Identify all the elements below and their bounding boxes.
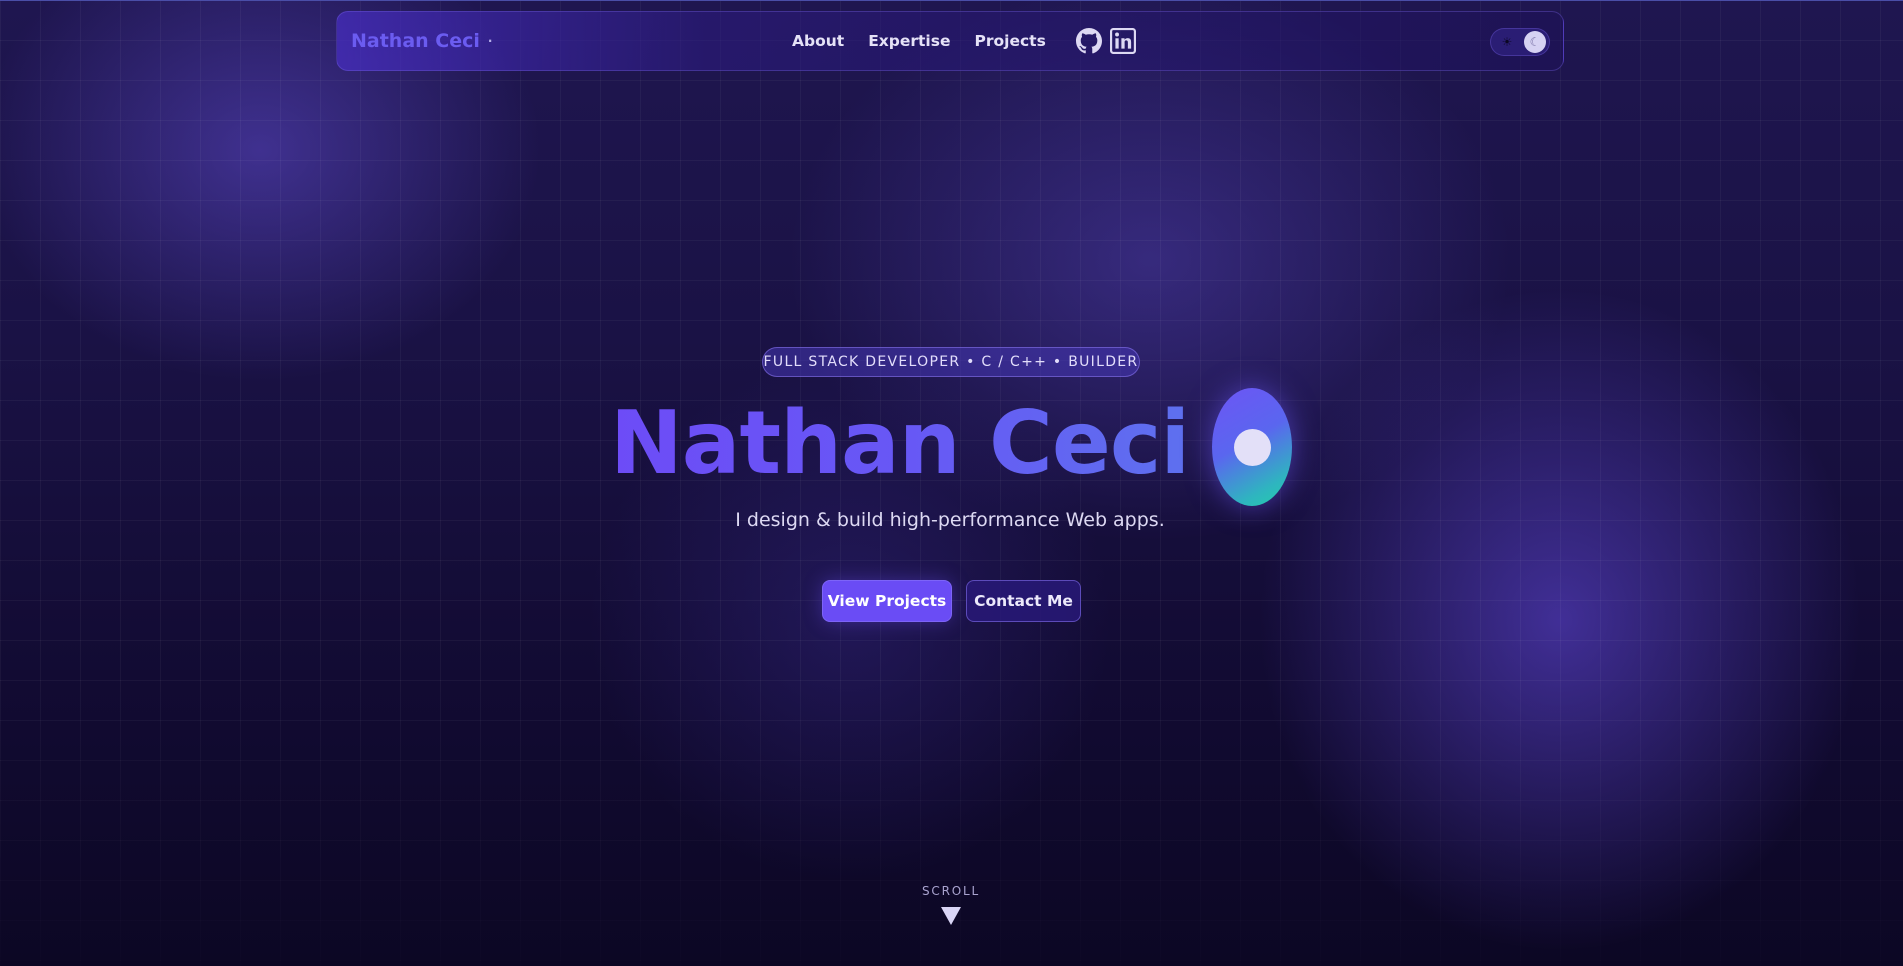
nav-link-about[interactable]: About	[792, 32, 844, 50]
scroll-label: SCROLL	[922, 884, 980, 898]
moon-icon: ☾	[1524, 31, 1546, 53]
linkedin-icon[interactable]	[1109, 28, 1136, 54]
github-icon[interactable]	[1075, 28, 1102, 54]
theme-toggle[interactable]: ☀ ☾	[1490, 28, 1550, 56]
contact-me-button[interactable]: Contact Me	[966, 580, 1081, 622]
nav-link-expertise[interactable]: Expertise	[868, 32, 950, 50]
hero-subtitle: I design & build high-performance Web ap…	[735, 509, 1165, 531]
brand-dot: ·	[487, 34, 493, 48]
arrow-down-icon	[941, 907, 961, 925]
sun-icon: ☀	[1501, 35, 1513, 49]
navbar: Nathan Ceci · About Expertise Projects ☀…	[336, 11, 1564, 71]
brand-logo[interactable]: Nathan Ceci ·	[351, 12, 492, 70]
top-border-line	[0, 0, 1903, 1]
nav-links: About Expertise Projects	[792, 12, 1136, 70]
hero-title: Nathan Ceci	[610, 388, 1210, 498]
orb-core	[1234, 429, 1271, 466]
scroll-indicator[interactable]: SCROLL	[901, 884, 1001, 925]
brand-name: Nathan Ceci	[351, 30, 480, 52]
view-projects-button[interactable]: View Projects	[822, 580, 952, 622]
orb-graphic	[1212, 388, 1292, 506]
nav-link-projects[interactable]: Projects	[975, 32, 1046, 50]
social-links	[1075, 28, 1136, 54]
hero-tagline: FULL STACK DEVELOPER • C / C++ • BUILDER	[762, 347, 1140, 377]
